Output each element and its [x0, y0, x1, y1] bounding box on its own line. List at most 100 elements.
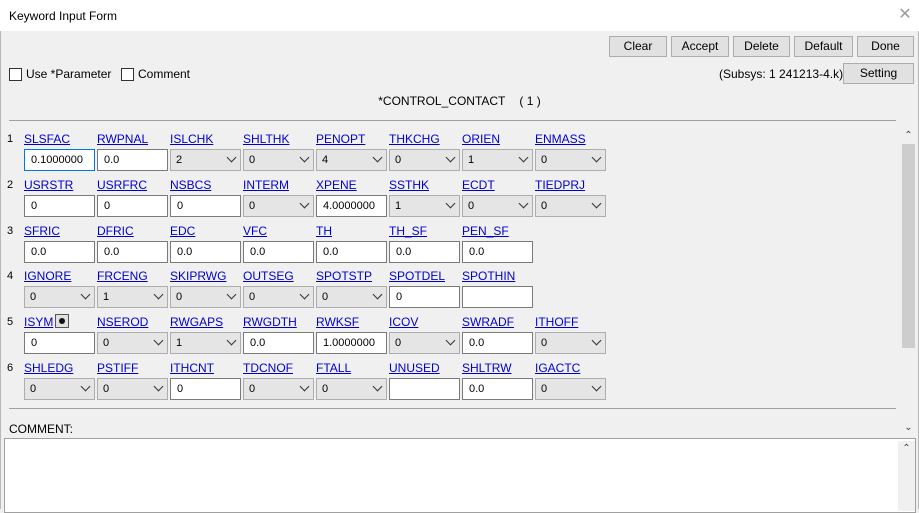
field-label-thkchg[interactable]: THKCHG: [389, 132, 440, 146]
input-usrstr[interactable]: 0: [24, 195, 95, 217]
field-label-igactc[interactable]: IGACTC: [535, 361, 580, 375]
dropdown-spotstp[interactable]: 0: [316, 286, 387, 308]
dropdown-ftall[interactable]: 0: [316, 378, 387, 400]
field-label-pen-sf[interactable]: PEN_SF: [462, 224, 509, 238]
field-label-shledg[interactable]: SHLEDG: [24, 361, 73, 375]
field-label-spotdel[interactable]: SPOTDEL: [389, 269, 445, 283]
field-label-sfric[interactable]: SFRIC: [24, 224, 60, 238]
dropdown-tiedprj[interactable]: 0: [535, 195, 606, 217]
field-label-spotstp[interactable]: SPOTSTP: [316, 269, 372, 283]
close-icon[interactable]: ✕: [896, 6, 914, 24]
field-label-vfc[interactable]: VFC: [243, 224, 267, 238]
field-label-tiedprj[interactable]: TIEDPRJ: [535, 178, 585, 192]
field-label-dfric[interactable]: DFRIC: [97, 224, 134, 238]
input-shltrw[interactable]: 0.0: [462, 378, 533, 400]
field-label-ssthk[interactable]: SSTHK: [389, 178, 429, 192]
field-label-nserod[interactable]: NSEROD: [97, 315, 148, 329]
field-label-edc[interactable]: EDC: [170, 224, 195, 238]
field-label-outseg[interactable]: OUTSEG: [243, 269, 294, 283]
field-label-ithcnt[interactable]: ITHCNT: [170, 361, 214, 375]
default-button[interactable]: Default: [794, 36, 853, 57]
field-label-interm[interactable]: INTERM: [243, 178, 289, 192]
field-label-islchk[interactable]: ISLCHK: [170, 132, 213, 146]
input-spothin[interactable]: [462, 286, 533, 308]
delete-button[interactable]: Delete: [733, 36, 790, 57]
dropdown-outseg[interactable]: 0: [243, 286, 314, 308]
checkbox-box[interactable]: [121, 67, 134, 81]
dropdown-penopt[interactable]: 4: [316, 149, 387, 171]
input-usrfrc[interactable]: 0: [97, 195, 168, 217]
dropdown-icov[interactable]: 0: [389, 332, 460, 354]
input-th-sf[interactable]: 0.0: [389, 241, 460, 263]
field-label-slsfac[interactable]: SLSFAC: [24, 132, 70, 146]
field-label-enmass[interactable]: ENMASS: [535, 132, 586, 146]
input-isym[interactable]: 0: [24, 332, 95, 354]
dropdown-skiprwg[interactable]: 0: [170, 286, 241, 308]
dropdown-islchk[interactable]: 2: [170, 149, 241, 171]
accept-button[interactable]: Accept: [671, 36, 729, 57]
chevron-up-icon[interactable]: ⌃: [898, 441, 915, 457]
field-label-th-sf[interactable]: TH_SF: [389, 224, 427, 238]
field-label-usrfrc[interactable]: USRFRC: [97, 178, 147, 192]
input-nsbcs[interactable]: 0: [170, 195, 241, 217]
field-label-ftall[interactable]: FTALL: [316, 361, 351, 375]
dropdown-shledg[interactable]: 0: [24, 378, 95, 400]
input-vfc[interactable]: 0.0: [243, 241, 314, 263]
field-label-frceng[interactable]: FRCENG: [97, 269, 148, 283]
field-label-rwpnal[interactable]: RWPNAL: [97, 132, 148, 146]
field-label-pstiff[interactable]: PSTIFF: [97, 361, 138, 375]
input-ithcnt[interactable]: 0: [170, 378, 241, 400]
field-label-th[interactable]: TH: [316, 224, 332, 238]
field-label-isym[interactable]: ISYM: [24, 315, 53, 329]
field-label-xpene[interactable]: XPENE: [316, 178, 357, 192]
input-sfric[interactable]: 0.0: [24, 241, 95, 263]
input-dfric[interactable]: 0.0: [97, 241, 168, 263]
clear-button[interactable]: Clear: [609, 36, 667, 57]
dropdown-thkchg[interactable]: 0: [389, 149, 460, 171]
field-label-nsbcs[interactable]: NSBCS: [170, 178, 211, 192]
dropdown-tdcnof[interactable]: 0: [243, 378, 314, 400]
field-label-icov[interactable]: ICOV: [389, 315, 418, 329]
dropdown-ithoff[interactable]: 0: [535, 332, 606, 354]
field-label-usrstr[interactable]: USRSTR: [24, 178, 73, 192]
dropdown-nserod[interactable]: 0: [97, 332, 168, 354]
field-label-rwgdth[interactable]: RWGDTH: [243, 315, 297, 329]
dropdown-interm[interactable]: 0: [243, 195, 314, 217]
input-rwgdth[interactable]: 0.0: [243, 332, 314, 354]
field-label-tdcnof[interactable]: TDCNOF: [243, 361, 293, 375]
scroll-thumb[interactable]: [902, 144, 915, 348]
input-xpene[interactable]: 4.0000000: [316, 195, 387, 217]
chevron-up-icon[interactable]: ⌃: [900, 128, 917, 144]
input-edc[interactable]: 0.0: [170, 241, 241, 263]
dropdown-ignore[interactable]: 0: [24, 286, 95, 308]
comment-textarea[interactable]: [4, 438, 916, 513]
dropdown-frceng[interactable]: 1: [97, 286, 168, 308]
done-button[interactable]: Done: [857, 36, 914, 57]
dropdown-enmass[interactable]: 0: [535, 149, 606, 171]
field-label-ithoff[interactable]: ITHOFF: [535, 315, 578, 329]
dropdown-ecdt[interactable]: 0: [462, 195, 533, 217]
dropdown-rwgaps[interactable]: 1: [170, 332, 241, 354]
use-parameter-checkbox[interactable]: Use *Parameter: [9, 66, 111, 82]
input-spotdel[interactable]: 0: [389, 286, 460, 308]
dropdown-pstiff[interactable]: 0: [97, 378, 168, 400]
field-label-penopt[interactable]: PENOPT: [316, 132, 365, 146]
field-label-rwksf[interactable]: RWKSF: [316, 315, 359, 329]
isym-picker-button[interactable]: [55, 314, 69, 328]
dropdown-orien[interactable]: 1: [462, 149, 533, 171]
field-label-rwgaps[interactable]: RWGAPS: [170, 315, 223, 329]
field-label-shlthk[interactable]: SHLTHK: [243, 132, 289, 146]
checkbox-box[interactable]: [9, 67, 22, 81]
field-label-ignore[interactable]: IGNORE: [24, 269, 71, 283]
field-label-ecdt[interactable]: ECDT: [462, 178, 495, 192]
input-swradf[interactable]: 0.0: [462, 332, 533, 354]
comment-checkbox[interactable]: Comment: [121, 66, 190, 82]
field-label-skiprwg[interactable]: SKIPRWG: [170, 269, 226, 283]
input-rwpnal[interactable]: 0.0: [97, 149, 168, 171]
fields-scrollbar[interactable]: ⌃ ⌄: [900, 128, 917, 436]
chevron-down-icon[interactable]: ⌄: [900, 420, 917, 436]
setting-button[interactable]: Setting: [843, 63, 914, 84]
field-label-spothin[interactable]: SPOTHIN: [462, 269, 515, 283]
field-label-shltrw[interactable]: SHLTRW: [462, 361, 512, 375]
input-th[interactable]: 0.0: [316, 241, 387, 263]
